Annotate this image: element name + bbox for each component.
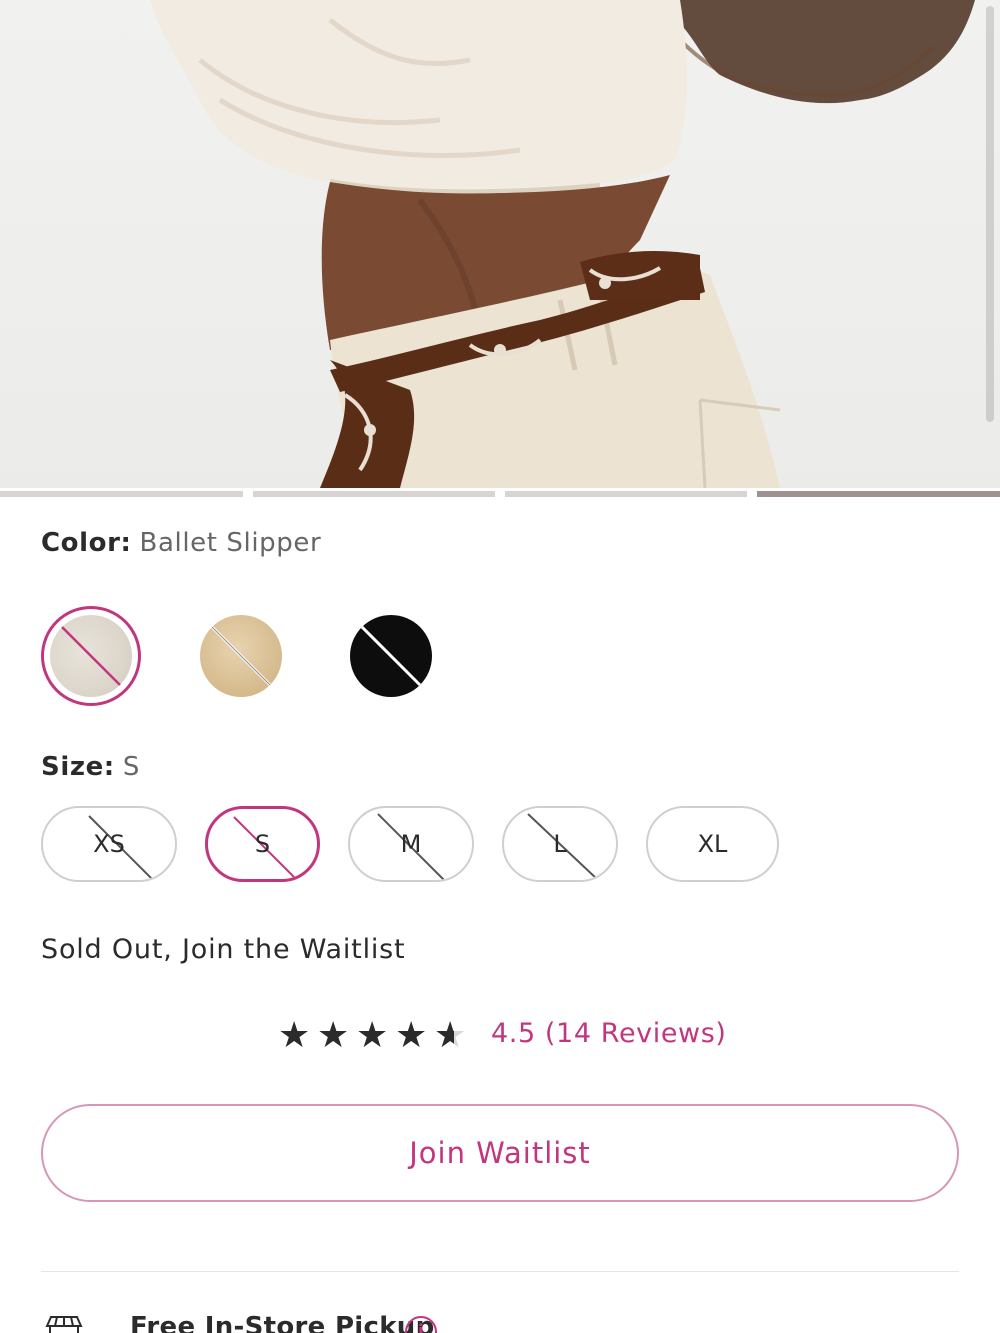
half-star-icon: ★ ★ — [434, 1015, 467, 1056]
star-icon: ★ — [317, 1015, 350, 1056]
carousel-segment-4[interactable] — [757, 491, 1000, 497]
unavailable-slash-icon — [57, 622, 125, 690]
size-option-xl[interactable]: XL — [646, 806, 779, 882]
carousel-segment-2[interactable] — [253, 491, 495, 497]
divider — [41, 1271, 959, 1272]
selected-color-name: Ballet Slipper — [139, 528, 322, 558]
size-option-label: XL — [697, 830, 728, 858]
carousel-segment-1[interactable] — [0, 491, 243, 497]
unavailable-slash-icon — [356, 621, 426, 691]
color-swatch-ballet-slipper[interactable] — [50, 615, 132, 697]
size-option-m[interactable]: M — [348, 806, 474, 882]
star-icon: ★ — [356, 1015, 389, 1056]
size-label-row: Size: S — [41, 752, 140, 782]
unavailable-slash-icon — [206, 621, 276, 691]
product-detail-page: Color: Ballet Slipper Size: S XS S M L X… — [0, 0, 1000, 1333]
size-label: Size: — [41, 752, 115, 782]
color-label: Color: — [41, 528, 132, 558]
size-option-label: XS — [93, 830, 125, 858]
selected-size-value: S — [122, 752, 140, 782]
color-swatch-tan[interactable] — [200, 615, 282, 697]
size-option-s[interactable]: S — [205, 806, 320, 882]
stock-status-text: Sold Out, Join the Waitlist — [41, 934, 406, 965]
carousel-segment-3[interactable] — [505, 491, 747, 497]
color-label-row: Color: Ballet Slipper — [41, 528, 321, 558]
product-image[interactable] — [0, 0, 1000, 488]
join-waitlist-button[interactable]: Join Waitlist — [41, 1104, 959, 1202]
reviews-link[interactable]: 4.5 (14 Reviews) — [491, 1018, 727, 1049]
product-photo-illustration — [150, 0, 975, 488]
size-option-label: L — [553, 830, 567, 858]
size-option-label: S — [254, 830, 271, 858]
size-option-label: M — [400, 830, 422, 858]
image-scrollbar[interactable] — [986, 6, 994, 422]
store-icon — [45, 1316, 83, 1333]
color-swatch-black[interactable] — [350, 615, 432, 697]
rating-stars[interactable]: ★ ★ ★ ★ ★ ★ — [278, 1016, 473, 1056]
size-option-xs[interactable]: XS — [41, 806, 177, 882]
pickup-title: Free In-Store Pickup — [130, 1312, 435, 1333]
star-icon: ★ — [395, 1015, 428, 1056]
star-icon: ★ — [278, 1015, 311, 1056]
carousel-progress — [0, 491, 1000, 497]
size-option-l[interactable]: L — [502, 806, 618, 882]
